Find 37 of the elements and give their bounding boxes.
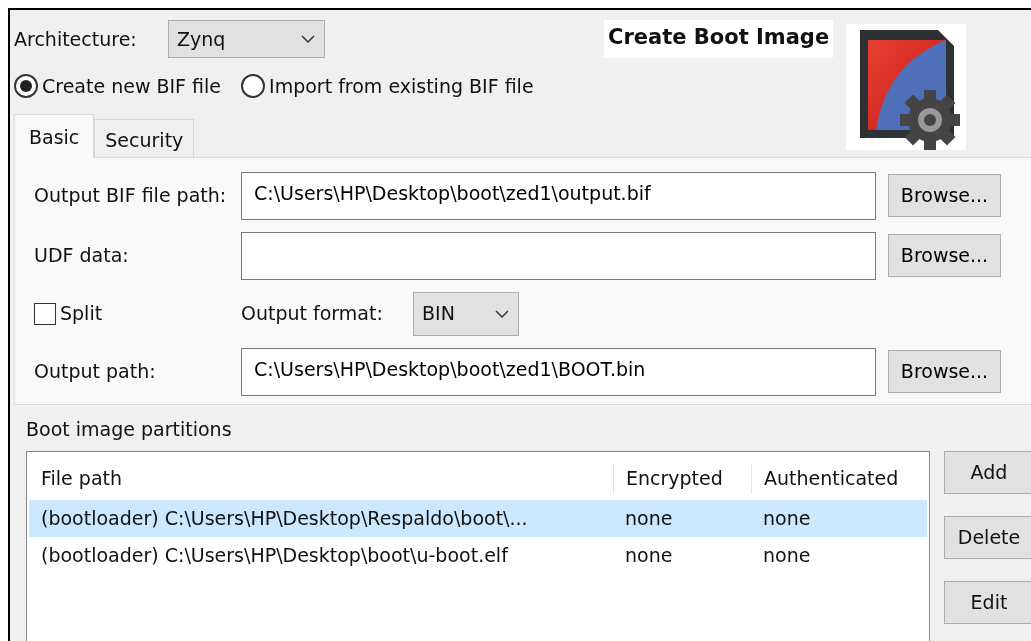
column-header: Encrypted xyxy=(613,464,751,494)
section-title: Boot image partitions xyxy=(25,416,233,442)
table-cell-text: (bootloader) C:\Users\HP\Desktop\Respaldo\boot\... xyxy=(40,506,529,532)
field-label: Output path: xyxy=(33,359,157,385)
radio-option[interactable]: Create new BIF file xyxy=(14,72,222,101)
path-field[interactable]: C:\Users\HP\Desktop\boot\zed1\BOOT.bin xyxy=(241,347,876,396)
sd-card-gear-icon xyxy=(846,24,966,150)
header-title: Create Boot Image xyxy=(604,20,833,58)
action-button[interactable]: Edit xyxy=(944,581,1031,624)
architecture-dropdown[interactable]: Zynq xyxy=(168,20,325,58)
column-header: File path xyxy=(40,466,124,491)
tab[interactable]: Basic xyxy=(14,113,95,158)
caret-icon xyxy=(494,308,510,319)
split-checkbox[interactable]: Split xyxy=(15,299,241,328)
browse-button[interactable]: Browse... xyxy=(888,234,1001,277)
action-button[interactable]: Delete xyxy=(944,516,1031,559)
field-label: UDF data: xyxy=(33,243,130,269)
tab[interactable]: Security xyxy=(94,118,195,157)
table-cell-text: (bootloader) C:\Users\HP\Desktop\boot\u-boot.elf xyxy=(40,543,510,569)
action-button[interactable]: Add xyxy=(944,451,1031,494)
path-field[interactable] xyxy=(241,231,876,280)
radio-option[interactable]: Import from existing BIF file xyxy=(241,72,534,101)
field-label: Output BIF file path: xyxy=(33,183,228,209)
caret-icon xyxy=(300,34,316,44)
output-format-dropdown[interactable]: BIN xyxy=(413,291,519,336)
table-cell-text: none xyxy=(624,506,674,532)
browse-button[interactable]: Browse... xyxy=(888,350,1001,393)
table-cell-text: none xyxy=(624,543,674,569)
table-row[interactable]: (bootloader) C:\Users\HP\Desktop\Respaldo\boot\... none none xyxy=(29,500,927,537)
output-format-label: Output format: xyxy=(241,301,384,327)
path-field[interactable]: C:\Users\HP\Desktop\boot\zed1\output.bif xyxy=(241,171,876,220)
column-header: Authenticated xyxy=(751,464,929,494)
table-cell-text: none xyxy=(762,506,812,532)
table-cell-text: none xyxy=(762,543,812,569)
architecture-label: Architecture: xyxy=(14,26,138,52)
table-row[interactable]: (bootloader) C:\Users\HP\Desktop\boot\u-boot.elf none none xyxy=(29,537,927,574)
browse-button[interactable]: Browse... xyxy=(888,174,1001,217)
